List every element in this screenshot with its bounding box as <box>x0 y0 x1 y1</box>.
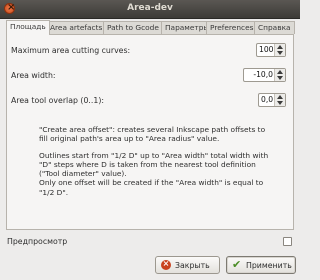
area-width-value[interactable]: -10,0 <box>246 70 273 79</box>
area-width-label: Area width: <box>11 71 56 80</box>
max-curves-label: Maximum area cutting curves: <box>11 46 131 55</box>
title-bar[interactable]: Area-dev <box>0 0 300 19</box>
checkmark-icon: ✔ <box>232 258 242 271</box>
spin-arrows-icon[interactable] <box>274 94 285 106</box>
description-paragraph: Outlines start from "1/2 D" up to "Area … <box>39 150 269 179</box>
tab-area[interactable]: Площадь <box>6 20 50 35</box>
apply-button[interactable]: ✔ Применить <box>226 256 296 274</box>
close-icon: × <box>161 259 171 270</box>
apply-button-label: Применить <box>246 261 292 270</box>
tab-area-artefacts[interactable]: Area artefacts <box>46 21 107 34</box>
spin-arrows-icon[interactable] <box>274 69 285 81</box>
tab-path-to-gcode[interactable]: Path to Gcode <box>103 21 163 34</box>
area-width-spinner[interactable]: -10,0 <box>243 68 286 82</box>
close-button-label: Закрыть <box>175 261 210 270</box>
tab-preferences[interactable]: Preferences <box>206 21 258 34</box>
close-button[interactable]: × Закрыть <box>155 256 220 274</box>
spin-arrows-icon[interactable] <box>274 44 285 56</box>
preview-checkbox[interactable] <box>283 237 292 246</box>
window-title: Area-dev <box>127 3 173 13</box>
max-curves-value[interactable]: 100 <box>259 45 274 54</box>
tab-panel: Maximum area cutting curves: 100 Area wi… <box>6 34 294 230</box>
dialog-window: Area-dev Площадь Area artefacts Path to … <box>0 0 300 280</box>
description-paragraph: Only one offset will be created if the "… <box>39 178 264 197</box>
tool-overlap-label: Area tool overlap (0..1): <box>11 96 105 105</box>
preview-label: Предпросмотр <box>7 237 68 246</box>
description-paragraph: "Create area offset": creates several In… <box>39 125 266 144</box>
description-text: "Create area offset": creates several In… <box>39 125 269 204</box>
tab-help[interactable]: Справка <box>254 21 295 34</box>
tool-overlap-value[interactable]: 0,0 <box>261 95 273 104</box>
tool-overlap-spinner[interactable]: 0,0 <box>258 93 286 107</box>
max-curves-spinner[interactable]: 100 <box>256 43 286 57</box>
